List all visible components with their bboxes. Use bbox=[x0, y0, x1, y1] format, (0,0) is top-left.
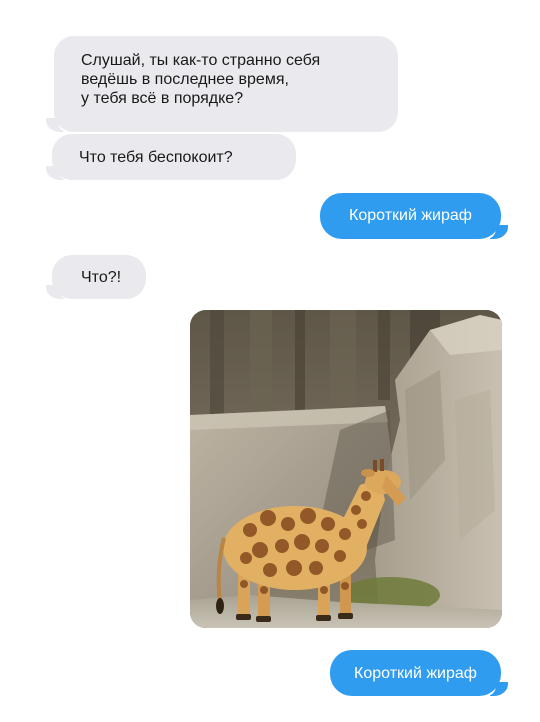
incoming-message-bubble[interactable]: Слушай, ты как-то странно себя ведёшь в … bbox=[54, 36, 398, 132]
message-text: Что тебя беспокоит? bbox=[79, 149, 233, 166]
message-text: Короткий жираф bbox=[349, 207, 472, 224]
message-text: Что?! bbox=[81, 269, 122, 286]
incoming-message-bubble[interactable]: Что?! bbox=[52, 255, 146, 299]
photo-message[interactable] bbox=[190, 310, 502, 628]
outgoing-message-bubble[interactable]: Короткий жираф bbox=[330, 650, 501, 696]
message-text: Короткий жираф bbox=[354, 665, 477, 682]
outgoing-message-bubble[interactable]: Короткий жираф bbox=[320, 193, 501, 239]
message-text-line: ведёшь в последнее время, bbox=[81, 71, 289, 88]
message-text-line: Слушай, ты как-то странно себя bbox=[81, 52, 321, 69]
short-giraffe-photo-icon bbox=[190, 310, 502, 628]
message-text-line: у тебя всё в порядке? bbox=[81, 90, 244, 107]
incoming-message-bubble[interactable]: Что тебя беспокоит? bbox=[52, 134, 296, 180]
